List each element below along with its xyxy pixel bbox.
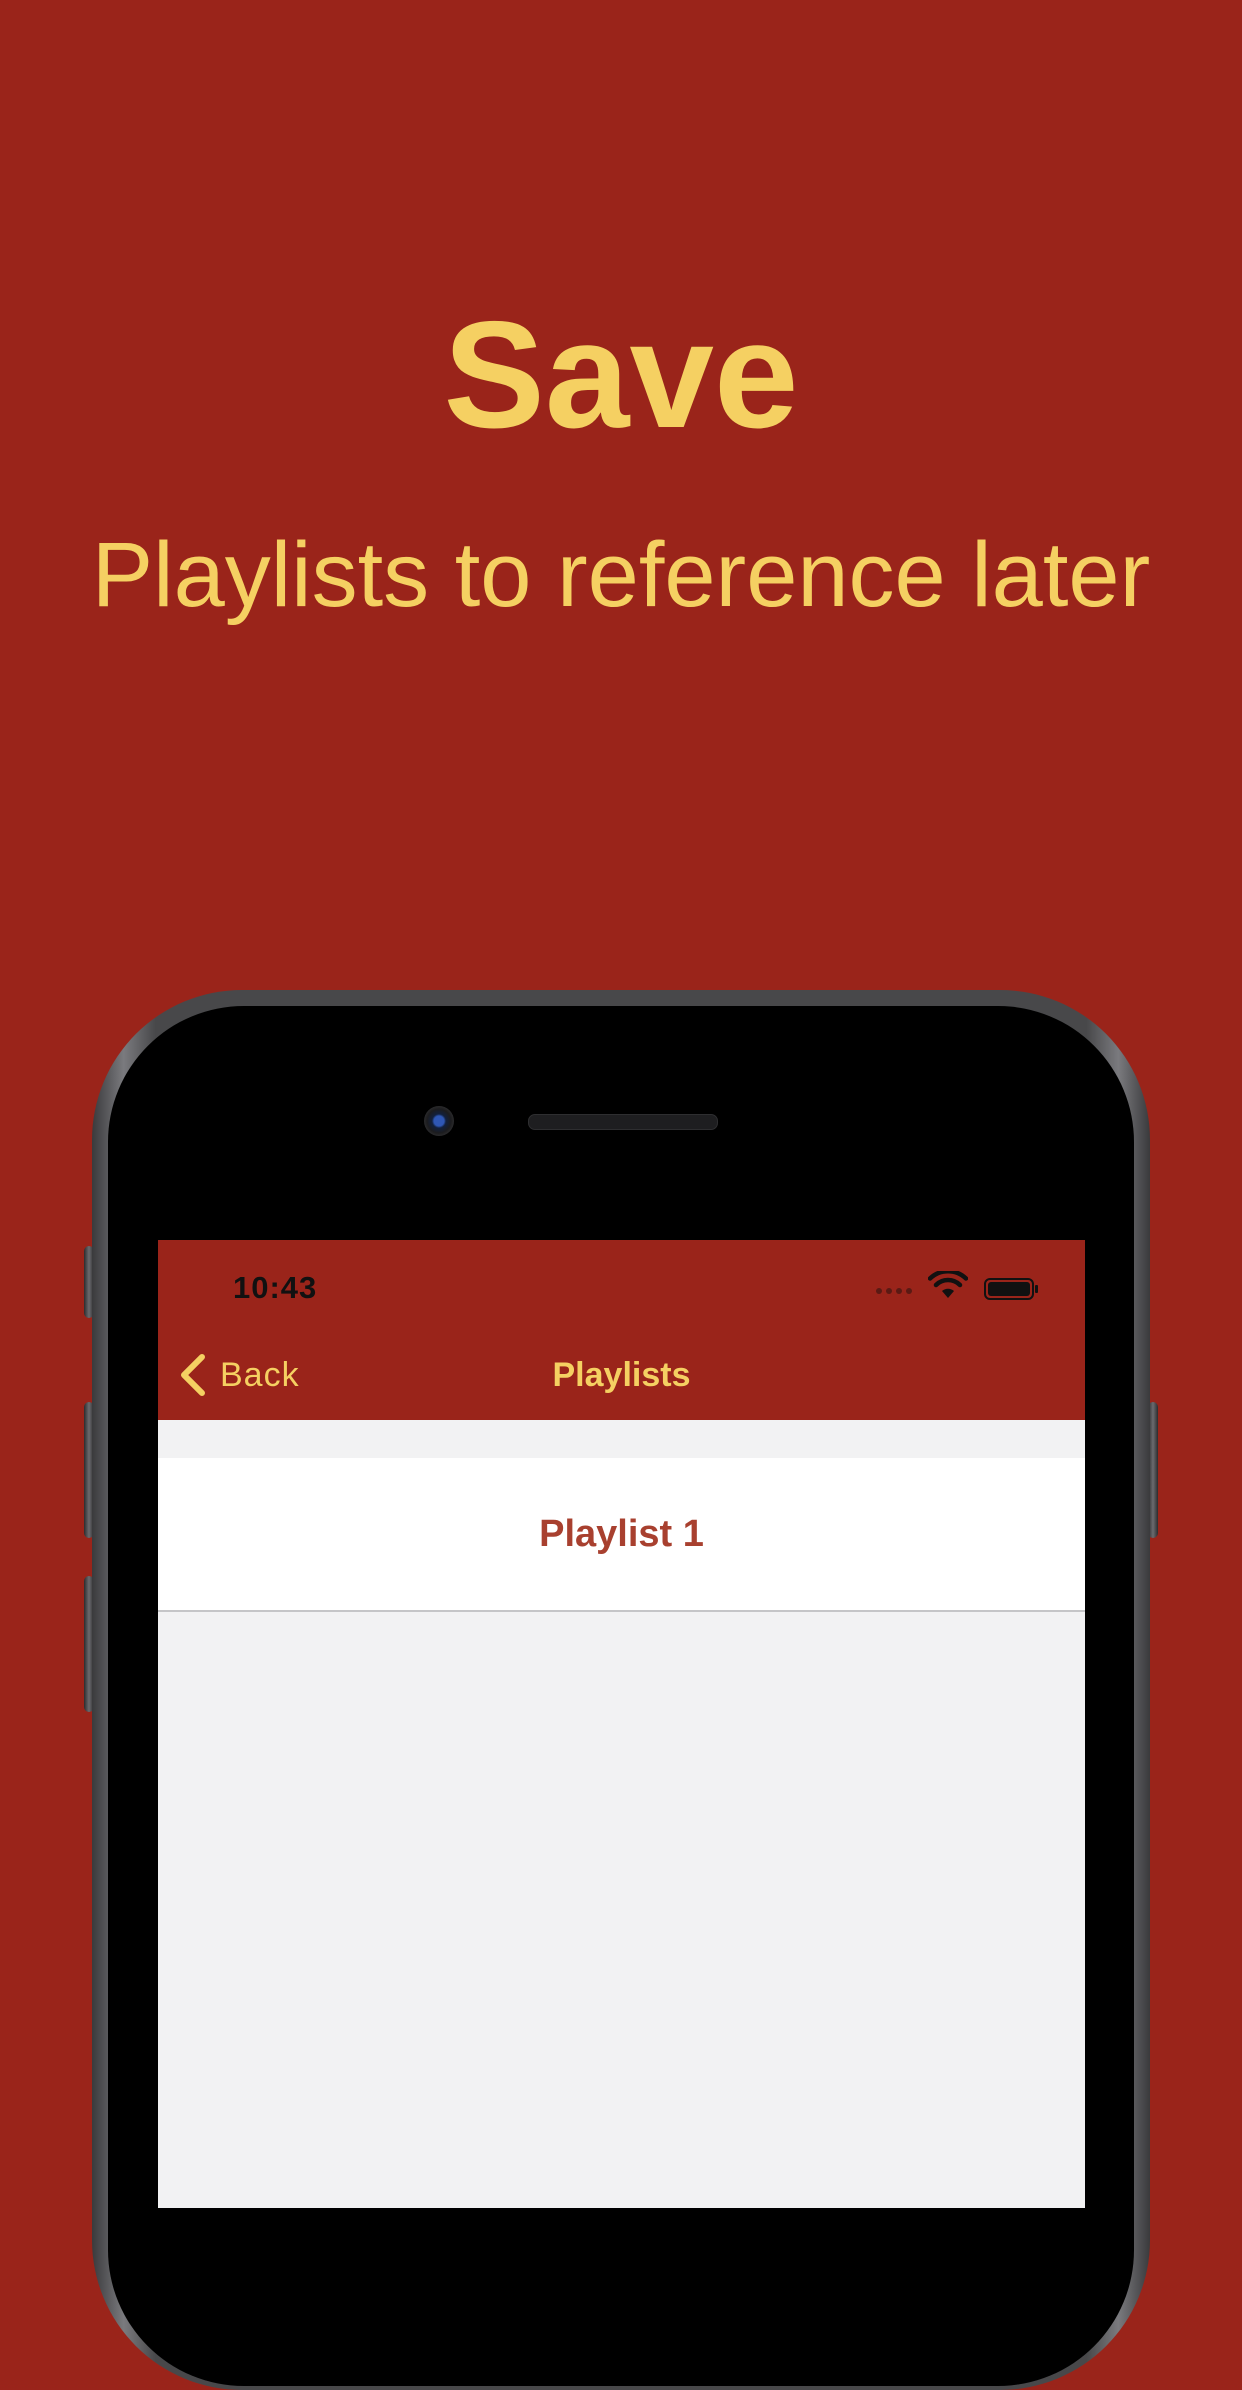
navigation-bar: Playlists Back bbox=[158, 1330, 1085, 1420]
phone-screen: 10:43 Playlists Back Playlist 1 bbox=[158, 1240, 1085, 2208]
back-label: Back bbox=[220, 1355, 300, 1394]
signal-icon bbox=[876, 1288, 912, 1294]
chevron-left-icon bbox=[181, 1354, 205, 1396]
battery-icon bbox=[984, 1278, 1038, 1300]
status-time: 10:43 bbox=[233, 1270, 318, 1305]
promo-subheadline: Playlists to reference later bbox=[91, 524, 1151, 626]
playlist-row[interactable]: Playlist 1 bbox=[158, 1458, 1085, 1612]
promo-headline: Save bbox=[443, 290, 799, 460]
earpiece-speaker bbox=[528, 1114, 718, 1130]
front-camera bbox=[424, 1106, 454, 1136]
back-button[interactable]: Back bbox=[176, 1348, 300, 1402]
wifi-icon bbox=[928, 1271, 968, 1298]
status-bar: 10:43 bbox=[158, 1240, 1085, 1330]
